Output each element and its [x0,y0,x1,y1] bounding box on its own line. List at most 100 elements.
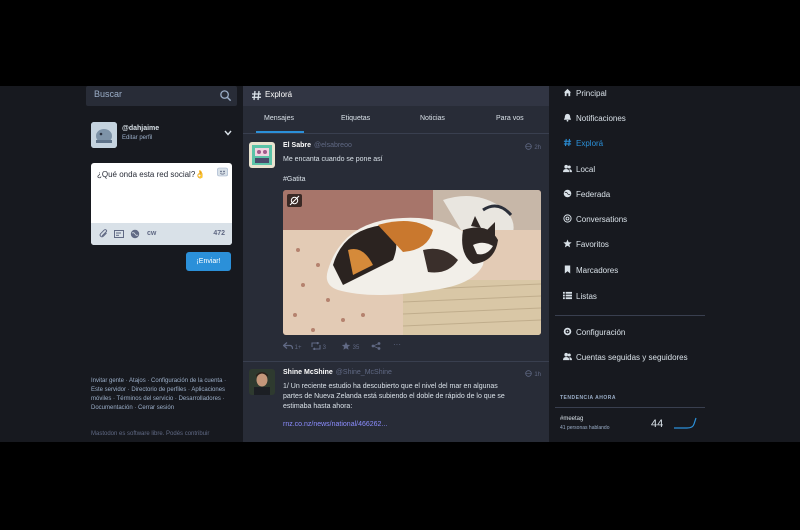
nav-item-principal[interactable]: Principal [563,88,607,102]
at-icon [563,214,572,223]
content-warning-toggle[interactable]: cw [147,230,156,237]
hashtag-link[interactable]: #Gatita [283,175,541,185]
nav-label: Federada [576,190,611,199]
hashtag-icon [252,90,261,101]
reply-icon [282,342,294,350]
nav-label: Cuentas seguidas y seguidores [576,353,688,362]
trending-title: TENDENCIA AHORA [560,395,617,401]
paperclip-icon[interactable] [99,229,109,239]
nav-label: Configuración [576,328,626,337]
send-button[interactable]: ¡Enviar! [186,252,231,271]
status-content: Me encanta cuando se pone así #Gatita [283,155,541,185]
users-icon [563,352,572,361]
poll-icon[interactable] [114,229,124,239]
reply-button[interactable]: 1+ [282,342,302,351]
tab-para-vos[interactable]: Para vos [496,115,524,122]
mastodon-app: Buscar @dahjaime Editar perfil ¿Qué onda… [0,86,800,442]
footer-note: Mastodon es software libre. Podés contri… [91,431,210,437]
favourite-button[interactable]: 35 [341,342,359,351]
nav-item-conversations[interactable]: Conversations [563,214,627,228]
users-icon [563,164,572,173]
trending-people: 41 personas hablando [560,425,610,431]
more-options-button[interactable]: ··· [393,340,401,349]
emoji-picker-icon[interactable] [217,167,228,177]
compose-textarea[interactable]: ¿Qué onda esta red social?👌 [97,170,207,179]
nav-divider [555,315,705,316]
profile-card: @dahjaime Editar perfil [91,122,237,150]
search-input[interactable]: Buscar [86,86,237,106]
search-icon[interactable] [219,89,232,102]
status-name-text: El Sabre [283,142,312,149]
home-icon [563,88,572,97]
nav-label: Conversations [576,215,628,224]
nav-item-configuracion[interactable]: Configuración [563,327,625,341]
boost-icon [311,341,321,351]
profile-handle[interactable]: @dahjaime [122,125,159,132]
trending-count: 44 [651,418,664,430]
nav-item-marcadores[interactable]: Marcadores [563,265,618,279]
share-button[interactable] [371,342,381,351]
nav-item-explora[interactable]: Explorá [563,138,603,152]
nav-label: Explorá [576,139,604,148]
star-icon [341,342,351,350]
list-icon [563,291,572,300]
nav-item-local[interactable]: Local [563,164,595,178]
status-time-text: 1h [534,372,541,378]
avatar[interactable] [91,122,117,148]
status-timestamp[interactable]: 1h [525,370,541,378]
status-account: @elsabreoo [314,142,352,149]
trending-hashtag[interactable]: #meetag [560,416,583,422]
status-avatar[interactable] [249,142,275,168]
status-media-image[interactable] [283,190,541,335]
nav-item-favoritos[interactable]: Favoritos [563,239,609,253]
privacy-globe-icon[interactable] [130,229,140,239]
column-header[interactable]: Explorá [243,86,549,106]
status-item[interactable]: Shine McShine @Shine_McShine 1h 1/ Un rec… [243,362,549,442]
gear-icon [563,327,572,336]
compose-form: ¿Qué onda esta red social?👌 cw 472 [91,163,232,245]
reply-count: 1+ [294,345,302,351]
nav-label: Favoritos [576,240,609,249]
boost-button[interactable]: 3 [311,341,326,351]
status-name-text: Shine McShine [283,369,333,376]
nav-label: Local [576,165,596,174]
footer-links[interactable]: Invitar gente · Atajos · Configuración d… [91,377,232,413]
star-icon [563,239,572,248]
status-link[interactable]: rnz.co.nz/news/national/466262... [283,420,541,430]
compose-toolbar: cw 472 [91,223,232,245]
cat-photo [283,190,541,335]
status-item[interactable]: El Sabre @elsabreoo 2h Me encanta cuando … [243,136,549,361]
tab-noticias[interactable]: Noticias [420,115,445,122]
status-display-name[interactable]: El Sabre @elsabreoo [283,142,352,149]
status-account: @Shine_McShine [335,369,392,376]
status-content: 1/ Un reciente estudio ha descubierto qu… [283,382,541,430]
hide-media-icon[interactable] [287,194,302,207]
nav-item-notificaciones[interactable]: Notificaciones [563,113,626,127]
hashtag-icon [563,138,572,147]
tab-etiquetas[interactable]: Etiquetas [341,115,370,122]
status-line: Me encanta cuando se pone así [283,156,383,163]
status-line: estimaba hasta ahora: [283,403,353,410]
tab-mensajes[interactable]: Mensajes [264,115,294,122]
nav-item-federada[interactable]: Federada [563,189,610,203]
nav-item-follows[interactable]: Cuentas seguidas y seguidores [563,352,688,366]
status-line: 1/ Un reciente estudio ha descubierto qu… [283,383,498,390]
nav-item-listas[interactable]: Listas [563,291,597,305]
trending-divider [555,407,705,408]
status-avatar[interactable] [249,369,275,395]
status-line [283,165,541,175]
explore-column: Explorá Mensajes Etiquetas Noticias Para… [243,86,549,442]
chevron-down-icon[interactable] [223,128,233,138]
globe-icon [563,189,572,198]
favourite-count: 35 [352,345,360,351]
status-line: partes de Nueva Zelanda está subiendo el… [283,393,505,400]
navigation-panel: Principal Notificaciones Explorá Local F… [555,86,715,442]
nav-label: Listas [576,292,597,301]
status-timestamp[interactable]: 2h [525,143,541,151]
compose-column: Buscar @dahjaime Editar perfil ¿Qué onda… [86,86,237,442]
edit-profile-link[interactable]: Editar perfil [122,135,152,141]
nav-label: Marcadores [576,266,619,275]
globe-icon [525,370,533,377]
bell-icon [563,113,572,122]
status-display-name[interactable]: Shine McShine @Shine_McShine [283,369,392,376]
